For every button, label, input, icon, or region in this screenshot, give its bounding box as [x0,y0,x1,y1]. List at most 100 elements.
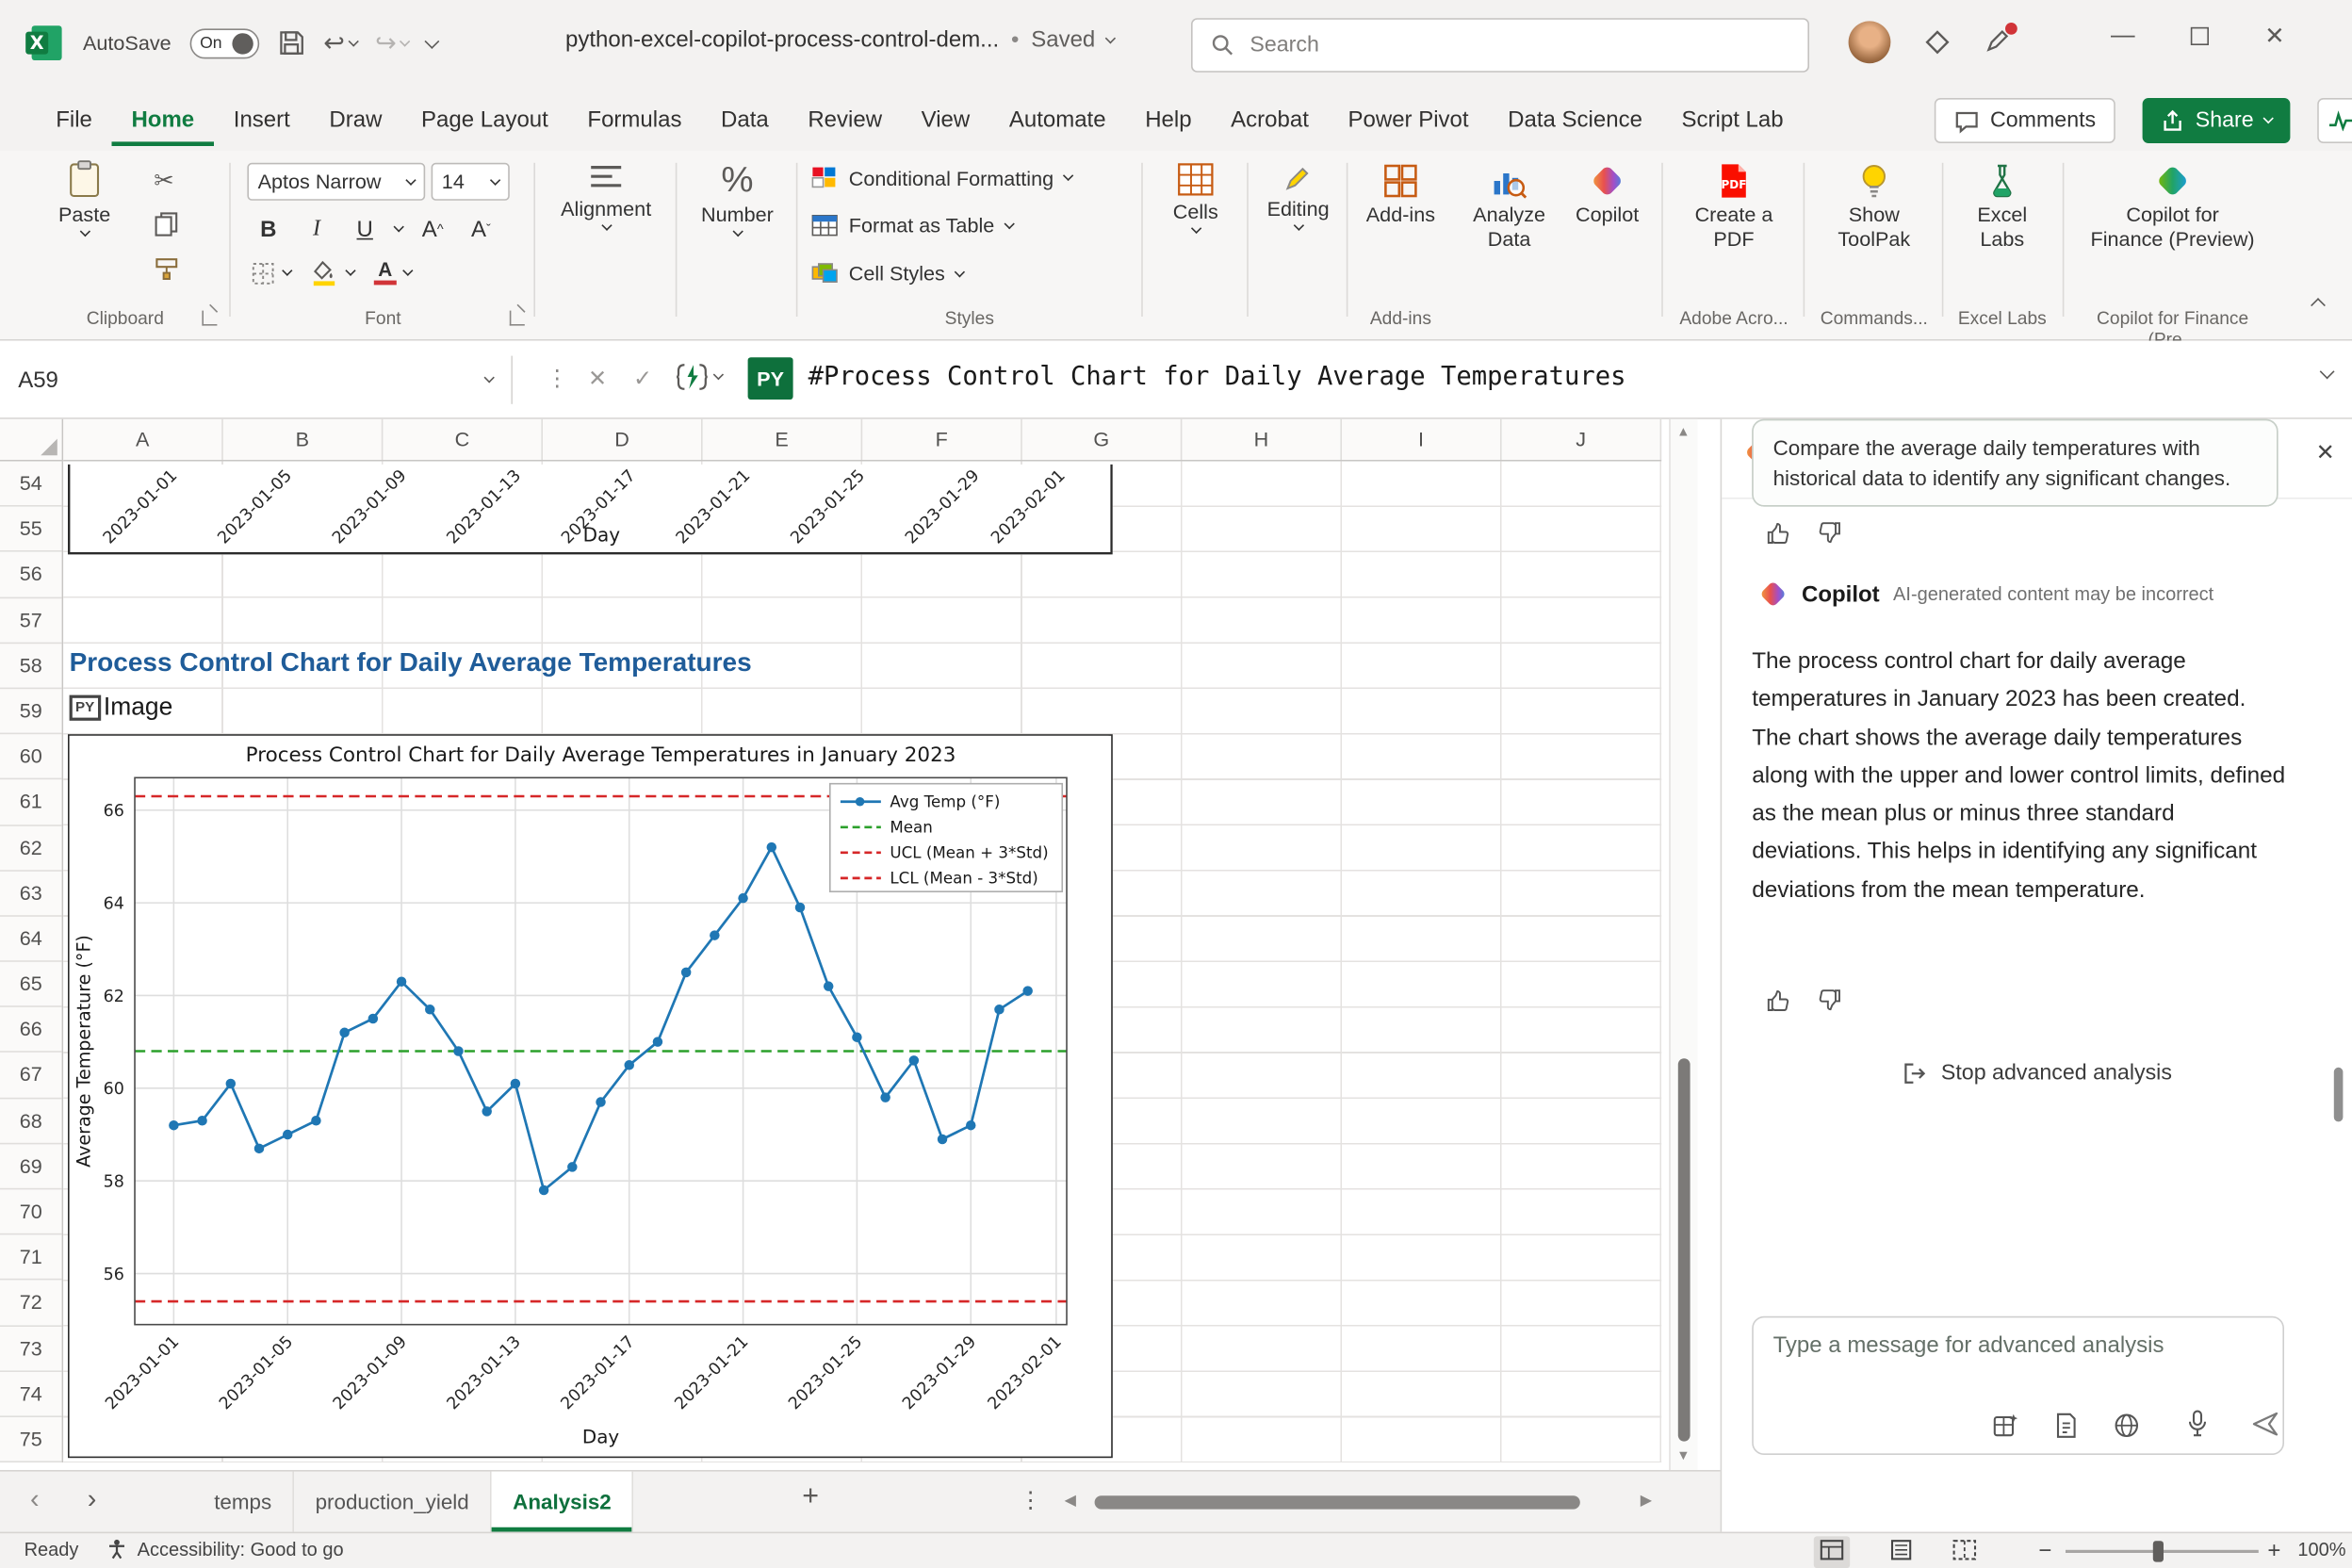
copilot-scroll-thumb[interactable] [2334,1068,2344,1122]
scroll-down-icon[interactable]: ▼ [1676,1447,1690,1462]
ribbon-tab[interactable]: Power Pivot [1329,93,1489,146]
column-header[interactable]: E [703,419,863,460]
prompt-guide-icon[interactable] [2052,1412,2081,1445]
activity-button[interactable] [2317,98,2352,143]
cell-styles-button[interactable]: Cell Styles [811,262,963,285]
suggestion-chip[interactable]: Compare the average daily temperatures w… [1752,419,2278,507]
column-header[interactable]: J [1502,419,1662,460]
sheet-tab[interactable]: Analysis2 [492,1472,634,1532]
cancel-entry-icon[interactable]: ✕ [588,365,607,392]
row-header[interactable]: 75 [0,1417,62,1462]
formula-bar-drag-icon[interactable]: ⋮ [546,365,568,392]
paste-button[interactable]: Paste [45,160,123,236]
row-header[interactable]: 69 [0,1144,62,1189]
name-box[interactable]: A59 [0,356,513,404]
page-break-preview-button[interactable] [1952,1540,1977,1565]
web-globe-icon[interactable] [2113,1412,2141,1445]
sheet-cells[interactable]: 2023-01-012023-01-052023-01-092023-01-13… [63,462,1661,1462]
ribbon-tab[interactable]: Insert [214,93,310,146]
row-header[interactable]: 67 [0,1054,62,1099]
zoom-slider-thumb[interactable] [2153,1541,2164,1561]
fill-color-chevron-icon[interactable] [345,266,355,276]
ribbon-tab[interactable]: View [902,93,989,146]
ribbon-tab[interactable]: Data Science [1488,93,1661,146]
undo-button[interactable]: ↩ [323,28,357,58]
ribbon-tab[interactable]: Draw [310,93,402,146]
fill-color-icon[interactable] [311,259,339,286]
copilot-ribbon-button[interactable]: Copilot [1566,163,1647,228]
underline-chevron-icon[interactable] [394,221,404,232]
column-header[interactable]: D [543,419,703,460]
share-button[interactable]: Share [2143,98,2290,143]
font-name-combo[interactable]: Aptos Narrow [247,163,425,201]
send-icon[interactable] [2251,1410,2281,1443]
insert-function-button[interactable] [676,362,723,392]
vertical-scrollbar[interactable]: ▲ ▼ [1669,419,1697,1470]
microphone-icon[interactable] [2183,1408,2212,1443]
copilot-close-icon[interactable]: ✕ [2316,439,2335,466]
avatar[interactable] [1849,21,1891,63]
borders-icon[interactable] [251,260,276,286]
saved-status[interactable]: Saved [1031,27,1095,53]
bold-button[interactable]: B [251,211,286,247]
add-ins-button[interactable]: Add-ins [1352,163,1448,228]
enter-entry-icon[interactable]: ✓ [633,365,652,392]
format-as-table-button[interactable]: Format as Table [811,214,1013,237]
horizontal-scroll-thumb[interactable] [1095,1495,1580,1509]
hscroll-left-icon[interactable]: ◀ [1065,1493,1076,1510]
row-header[interactable]: 71 [0,1235,62,1281]
column-header[interactable]: A [63,419,223,460]
row-header[interactable]: 63 [0,871,62,916]
collapse-ribbon-icon[interactable] [2311,298,2326,313]
row-header[interactable]: 55 [0,507,62,552]
alignment-button[interactable]: Alignment [552,163,661,229]
row-header[interactable]: 65 [0,962,62,1007]
redo-button[interactable]: ↪ [375,28,409,58]
row-header[interactable]: 72 [0,1281,62,1326]
cut-icon[interactable]: ✂ [154,166,173,196]
zoom-level[interactable]: 100% [2297,1540,2345,1560]
number-button[interactable]: % Number [688,163,788,236]
cell-a58-heading[interactable]: Process Control Chart for Daily Average … [70,646,752,678]
row-header[interactable]: 59 [0,689,62,734]
save-icon[interactable] [277,28,305,57]
quick-access-chevron-icon[interactable] [425,33,440,48]
row-header[interactable]: 73 [0,1326,62,1371]
sheet-nav-next-icon[interactable]: › [88,1483,97,1515]
sheet-tab[interactable]: temps [193,1472,294,1532]
row-header[interactable]: 70 [0,1189,62,1234]
cells-button[interactable]: Cells [1153,163,1238,233]
ribbon-tab[interactable]: File [36,93,111,146]
shrink-font-button[interactable]: Aˇ [463,211,498,247]
font-color-icon[interactable]: A [374,261,397,286]
attach-data-icon[interactable] [1992,1412,2020,1445]
borders-chevron-icon[interactable] [282,266,292,276]
diamond-badge-icon[interactable] [1924,28,1952,56]
thumbs-down-button[interactable] [1812,515,1845,548]
column-header[interactable]: I [1342,419,1502,460]
comments-button[interactable]: Comments [1935,98,2115,143]
analyze-data-button[interactable]: Analyze Data [1461,163,1557,252]
grow-font-button[interactable]: A^ [415,211,450,247]
close-button[interactable]: ✕ [2264,21,2284,51]
copy-icon[interactable] [154,211,179,237]
row-header[interactable]: 68 [0,1099,62,1144]
row-header[interactable]: 60 [0,734,62,779]
format-painter-icon[interactable] [154,256,179,282]
sheet-more-icon[interactable]: ⋮ [1020,1487,1042,1514]
column-header[interactable]: C [383,419,543,460]
message-thumbs-down-button[interactable] [1812,983,1845,1016]
row-header[interactable]: 54 [0,462,62,507]
formula-input[interactable]: #Process Control Chart for Daily Average… [808,362,1626,392]
select-all-corner[interactable] [0,419,63,462]
message-thumbs-up-button[interactable] [1761,983,1794,1016]
autosave-toggle[interactable]: On [189,28,259,58]
hscroll-right-icon[interactable]: ▶ [1641,1493,1652,1510]
saved-chevron-icon[interactable] [1105,32,1116,42]
excel-labs-button[interactable]: Excel Labs [1954,163,2050,252]
add-sheet-button[interactable]: + [802,1480,819,1513]
ribbon-tab[interactable]: Review [789,93,902,146]
ribbon-tab[interactable]: Data [701,93,788,146]
zoom-out-button[interactable]: − [2038,1538,2051,1563]
page-layout-view-button[interactable] [1889,1540,1914,1565]
